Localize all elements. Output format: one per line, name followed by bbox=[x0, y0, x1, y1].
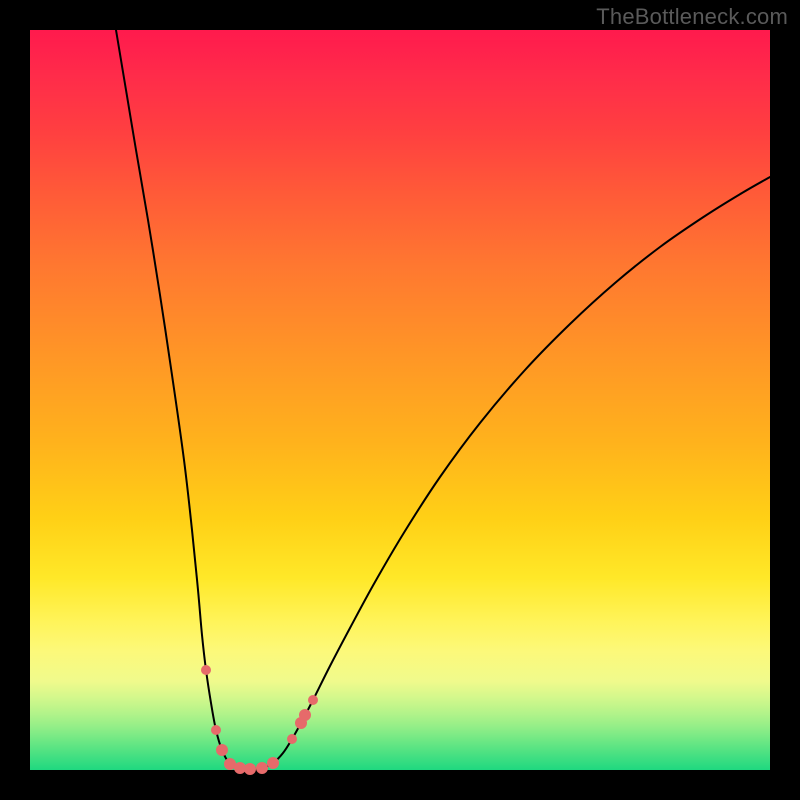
marker-dot bbox=[244, 763, 256, 775]
marker-dot bbox=[216, 744, 228, 756]
watermark-text: TheBottleneck.com bbox=[596, 4, 788, 30]
marker-dot bbox=[287, 734, 297, 744]
series-group bbox=[116, 30, 770, 769]
curve-layer bbox=[30, 30, 770, 770]
marker-dot bbox=[211, 725, 221, 735]
marker-dot bbox=[299, 709, 311, 721]
marker-dot bbox=[201, 665, 211, 675]
chart-frame: TheBottleneck.com bbox=[0, 0, 800, 800]
marker-dot bbox=[267, 757, 279, 769]
bottleneck-curve bbox=[116, 30, 770, 769]
marker-dot bbox=[308, 695, 318, 705]
marker-dot bbox=[256, 762, 268, 774]
plot-area bbox=[30, 30, 770, 770]
markers-group bbox=[201, 665, 318, 775]
